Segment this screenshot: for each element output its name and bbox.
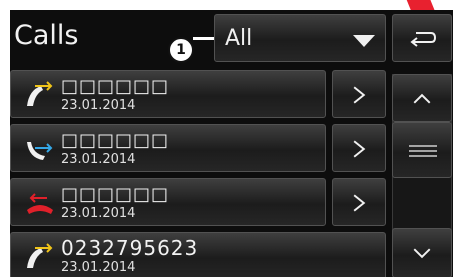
missed-call-icon — [27, 193, 53, 214]
callout-marker: 1 — [168, 37, 194, 63]
call-date: 23.01.2014 — [61, 206, 136, 221]
chevron-down-icon — [413, 248, 431, 259]
contact-name: □□□□□□ — [61, 130, 170, 151]
dropdown-arrow-icon — [353, 35, 375, 47]
back-arrow-icon — [410, 32, 437, 47]
call-details-button[interactable] — [332, 124, 386, 172]
grip-lines-icon — [409, 145, 437, 157]
chevron-up-icon — [413, 93, 431, 104]
outgoing-call-icon — [27, 81, 53, 106]
page-title: Calls — [14, 20, 79, 51]
incoming-call-icon — [27, 142, 53, 160]
call-list-item[interactable]: □□□□□□ 23.01.2014 — [10, 178, 326, 226]
scrollbar-thumb[interactable] — [392, 122, 452, 178]
scroll-down-button[interactable] — [392, 228, 452, 277]
chevron-right-icon — [353, 194, 366, 212]
filter-selected-value: All — [225, 26, 253, 51]
contact-number: 0232795623 — [61, 236, 199, 260]
call-list-item[interactable]: □□□□□□ 23.01.2014 — [10, 70, 326, 118]
call-list-item[interactable]: 0232795623 23.01.2014 — [10, 232, 386, 277]
outgoing-call-icon — [27, 243, 53, 268]
calls-screen: Calls 1 All □□□□□□ 23.01.2014 □□□□□□ 23.… — [10, 10, 453, 277]
call-list-item[interactable]: □□□□□□ 23.01.2014 — [10, 124, 326, 172]
contact-name: □□□□□□ — [61, 184, 170, 205]
contact-name: □□□□□□ — [61, 76, 170, 97]
chevron-right-icon — [353, 140, 366, 158]
call-details-button[interactable] — [332, 178, 386, 226]
call-date: 23.01.2014 — [61, 152, 136, 167]
call-details-button[interactable] — [332, 70, 386, 118]
scroll-up-button[interactable] — [392, 74, 452, 122]
chevron-right-icon — [353, 86, 366, 104]
call-date: 23.01.2014 — [61, 260, 136, 275]
call-filter-dropdown[interactable]: All — [214, 14, 386, 62]
back-button[interactable] — [392, 14, 452, 62]
call-date: 23.01.2014 — [61, 98, 136, 113]
